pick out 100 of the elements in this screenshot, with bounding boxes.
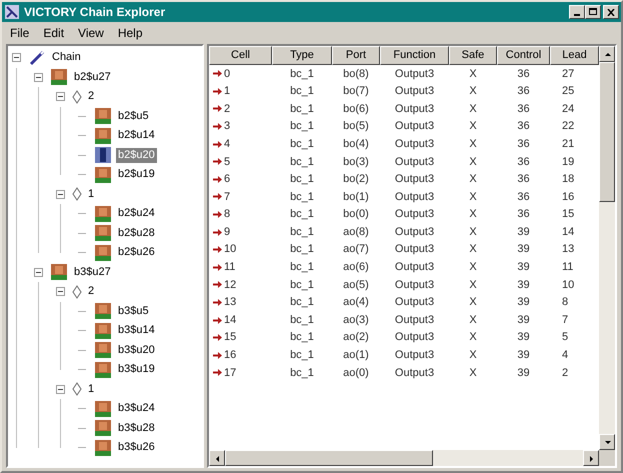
collapse-icon[interactable]: [34, 268, 43, 277]
table-cell-text: 7: [561, 312, 570, 328]
table-cell-text: bo(2): [343, 172, 369, 188]
chip-icon: [94, 438, 112, 457]
collapse-icon[interactable]: [56, 190, 65, 199]
tree-item[interactable]: 2: [86, 284, 96, 300]
table-cell-text: 11: [224, 260, 236, 276]
tree-item[interactable]: b2$u14: [116, 128, 157, 144]
tree-item[interactable]: b2$u5: [116, 108, 151, 124]
table-cell-text: 22: [561, 119, 576, 134]
table-cell-text: 39: [517, 348, 530, 364]
scroll-down-button[interactable]: [599, 434, 615, 450]
tree-item[interactable]: b2$u20: [116, 148, 157, 163]
arrow-icon: [213, 281, 222, 288]
table-cell-text: bc_1: [290, 330, 314, 346]
table-cell-text: bc_1: [290, 348, 314, 364]
arrow-icon: [213, 123, 222, 130]
chip-icon: [94, 146, 112, 164]
table-cell-text: 15: [224, 330, 236, 346]
tree-item[interactable]: 2: [86, 89, 96, 104]
tree-item[interactable]: b3$u20: [116, 342, 157, 358]
scroll-thumb[interactable]: [599, 62, 615, 202]
chip-icon: [94, 224, 112, 242]
menu-item[interactable]: Edit: [37, 24, 70, 42]
table-cell-text: bc_1: [290, 102, 314, 117]
maximize-button[interactable]: [585, 5, 601, 19]
menu-item[interactable]: View: [72, 24, 110, 42]
column-header[interactable]: Lead: [550, 46, 599, 65]
table-cell-text: bc_1: [290, 119, 314, 134]
scroll-right-button[interactable]: [583, 450, 599, 466]
scroll-up-button[interactable]: [599, 46, 615, 62]
arrow-icon: [213, 211, 222, 218]
table-cell-text: X: [469, 154, 477, 170]
tree-item[interactable]: b3$u24: [116, 401, 157, 416]
column-header[interactable]: Port: [332, 46, 380, 65]
column-header[interactable]: Cell: [209, 46, 272, 65]
collapse-icon[interactable]: [56, 384, 65, 394]
tree-item[interactable]: b3$u26: [116, 440, 157, 456]
menu-item[interactable]: Help: [112, 24, 149, 42]
table-cell-text: 36: [517, 207, 530, 222]
tree-item[interactable]: b3$u14: [116, 323, 157, 338]
chip-icon: [94, 204, 112, 223]
menu-item[interactable]: File: [4, 24, 36, 42]
table-cell-text: X: [469, 207, 477, 222]
node-icon: [72, 90, 82, 104]
scroll-thumb[interactable]: [225, 450, 433, 466]
table-cell-text: bc_1: [290, 295, 314, 310]
table-cell-text: X: [469, 136, 477, 152]
chip-icon: [94, 400, 112, 418]
table-cell-text: Output3: [394, 102, 434, 117]
column-header[interactable]: Function: [380, 46, 449, 65]
column-header[interactable]: Control: [497, 46, 550, 65]
horizontal-scrollbar[interactable]: [209, 450, 599, 466]
tree-item[interactable]: b2$u27: [72, 70, 113, 85]
collapse-icon[interactable]: [56, 287, 65, 296]
scroll-left-button[interactable]: [209, 450, 225, 466]
collapse-icon[interactable]: [12, 53, 21, 62]
table-cell-text: 39: [517, 295, 530, 310]
tree-item[interactable]: b3$u19: [116, 362, 157, 378]
table-cell-text: bo(4): [343, 136, 369, 152]
table-cell-text: Output3: [394, 207, 434, 222]
table-cell-text: Output3: [394, 84, 434, 100]
arrow-icon: [213, 316, 222, 324]
table-cell-text: ao(6): [343, 260, 369, 276]
table-cell-text: 18: [561, 172, 576, 188]
tree-item[interactable]: b3$u27: [72, 264, 113, 280]
minimize-button[interactable]: [569, 5, 585, 19]
tree-item[interactable]: b3$u5: [116, 304, 151, 319]
table-cell-text: Output3: [394, 136, 434, 152]
tree-item[interactable]: b2$u19: [116, 167, 157, 182]
table-cell-text: 10: [561, 278, 576, 293]
column-header[interactable]: Type: [272, 46, 332, 65]
tree-item[interactable]: Chain: [50, 50, 83, 66]
node-icon: [72, 187, 82, 202]
tree-item[interactable]: b2$u24: [116, 206, 157, 222]
table-cell-text: X: [469, 190, 477, 205]
collapse-icon[interactable]: [34, 72, 43, 82]
chip-icon: [94, 126, 112, 145]
node-icon: [72, 382, 82, 396]
vertical-scrollbar[interactable]: [599, 46, 615, 450]
tree-item[interactable]: 1: [86, 186, 96, 202]
tree-item[interactable]: b3$u28: [116, 420, 157, 436]
size-grip[interactable]: [599, 450, 615, 466]
table-cell-text: ao(4): [343, 295, 369, 310]
column-header[interactable]: Safe: [449, 46, 497, 65]
collapse-icon[interactable]: [56, 92, 65, 102]
arrow-icon: [213, 105, 222, 112]
tree-item[interactable]: b2$u26: [116, 245, 157, 260]
table-cell-text: 25: [561, 84, 576, 100]
table-cell-text: bc_1: [290, 260, 314, 276]
table-cell-text: bc_1: [290, 172, 314, 188]
tree-item[interactable]: 1: [86, 382, 96, 397]
table-cell-text: bc_1: [290, 278, 314, 293]
close-button[interactable]: [603, 5, 619, 19]
chip-icon: [94, 341, 112, 360]
table-cell-text: Output3: [394, 330, 434, 346]
tree-item[interactable]: b2$u28: [116, 226, 157, 241]
table-cell-text: ao(2): [343, 330, 369, 346]
table-cell-text: 36: [517, 119, 530, 134]
table-cell-text: 15: [561, 207, 576, 222]
